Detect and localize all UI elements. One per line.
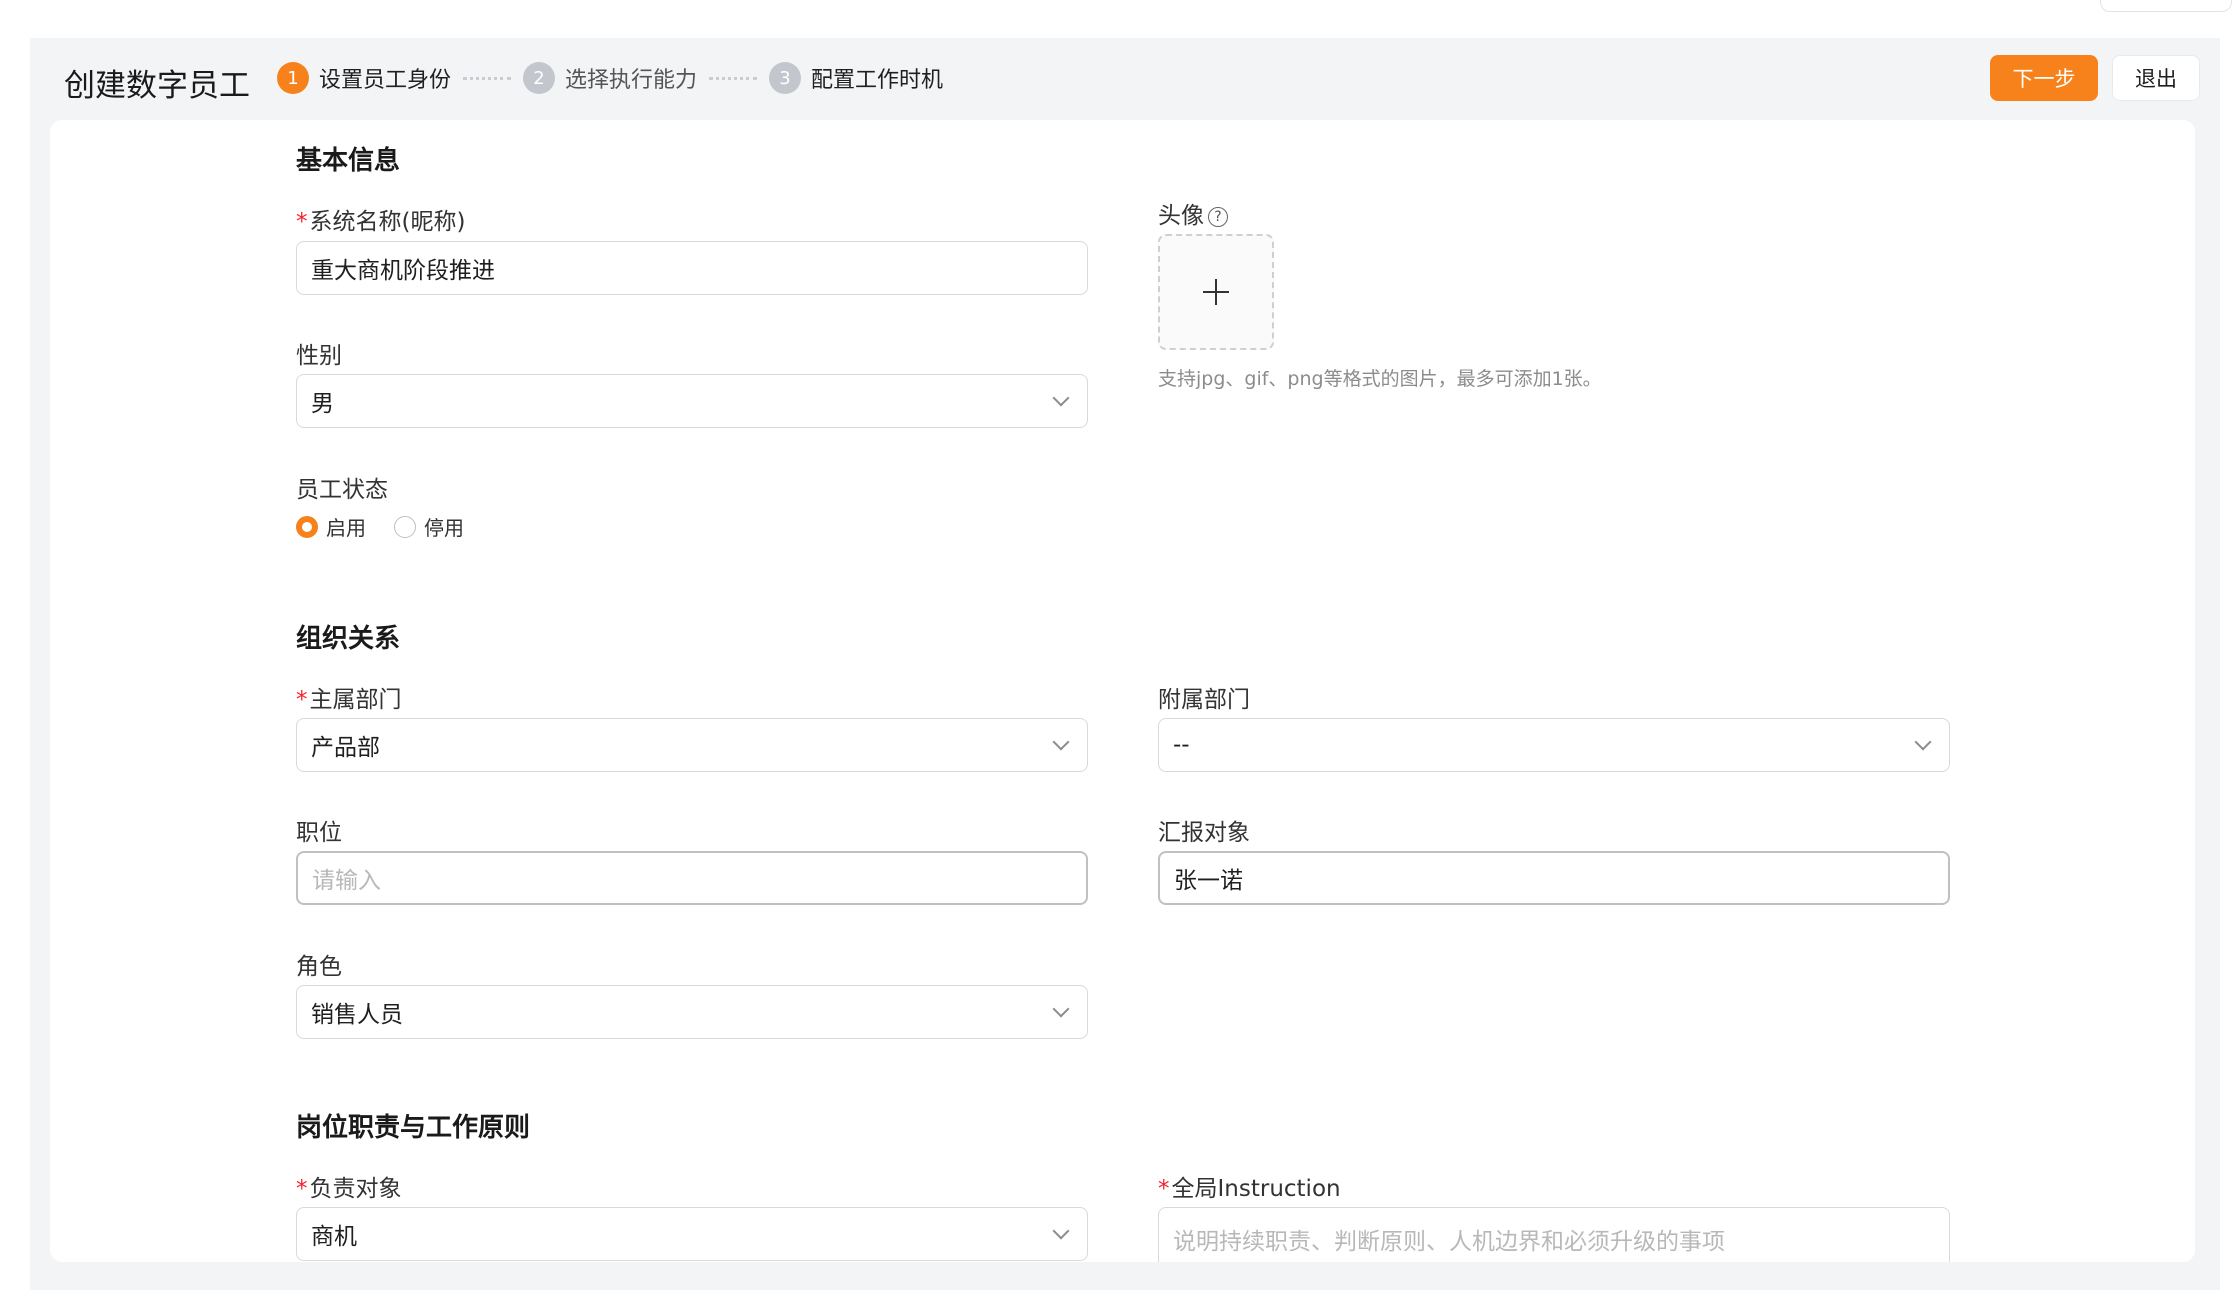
sub-dept-value: -- [1173, 732, 1190, 758]
step-connector [463, 76, 512, 80]
role-value: 销售人员 [311, 1002, 403, 1028]
main-dept-value: 产品部 [311, 735, 380, 761]
required-mark: * [296, 209, 308, 235]
section-title-duty: 岗位职责与工作原则 [296, 1113, 531, 1143]
step-1-number: 1 [277, 62, 309, 94]
target-label: *负责对象 [296, 1169, 402, 1203]
main-dept-select[interactable]: 产品部 [296, 718, 1088, 772]
exit-button[interactable]: 退出 [2112, 55, 2200, 101]
instruction-label-text: 全局Instruction [1171, 1176, 1341, 1202]
avatar-label-text: 头像 [1158, 203, 1204, 229]
status-option-disabled[interactable]: 停用 [394, 512, 464, 541]
step-2[interactable]: 2 选择执行能力 [523, 62, 697, 94]
role-label: 角色 [296, 954, 342, 980]
step-3-label: 配置工作时机 [811, 68, 944, 93]
window-corner [2100, 0, 2232, 12]
gender-select-value: 男 [311, 391, 334, 417]
avatar-label: 头像? [1158, 196, 1228, 230]
status-option-enabled[interactable]: 启用 [296, 512, 366, 541]
status-label: 员工状态 [296, 477, 388, 503]
avatar-upload-button[interactable] [1158, 234, 1274, 350]
sub-dept-select[interactable]: -- [1158, 718, 1950, 772]
page-title: 创建数字员工 [64, 68, 250, 104]
create-employee-panel: 创建数字员工 1 设置员工身份 2 选择执行能力 3 配置工作时机 下一步 退出… [30, 38, 2220, 1290]
status-option-label: 停用 [424, 516, 464, 540]
report-label: 汇报对象 [1158, 820, 1250, 846]
name-input[interactable]: 重大商机阶段推进 [296, 241, 1088, 295]
sub-dept-label: 附属部门 [1158, 687, 1250, 713]
position-input[interactable]: 请输入 [296, 851, 1088, 905]
chevron-down-icon [1052, 733, 1070, 751]
name-label: *系统名称(昵称) [296, 202, 465, 236]
target-select[interactable]: 商机 [296, 1207, 1088, 1261]
required-mark: * [296, 687, 308, 713]
chevron-down-icon [1052, 1222, 1070, 1240]
step-connector [709, 76, 758, 80]
stepper: 1 设置员工身份 2 选择执行能力 3 配置工作时机 [277, 60, 943, 96]
chevron-down-icon [1052, 1000, 1070, 1018]
instruction-textarea[interactable]: 说明持续职责、判断原则、人机边界和必须升级的事项 [1158, 1207, 1950, 1262]
avatar-hint: 支持jpg、gif、png等格式的图片，最多可添加1张。 [1158, 368, 1602, 390]
main-dept-label-text: 主属部门 [309, 687, 402, 713]
next-step-button[interactable]: 下一步 [1990, 55, 2098, 101]
role-select[interactable]: 销售人员 [296, 985, 1088, 1039]
instruction-placeholder: 说明持续职责、判断原则、人机边界和必须升级的事项 [1173, 1229, 1725, 1255]
main-dept-label: *主属部门 [296, 680, 402, 714]
step-2-label: 选择执行能力 [565, 68, 698, 93]
report-value: 张一诺 [1174, 868, 1243, 894]
step-2-number: 2 [523, 62, 556, 94]
status-radio-group: 启用 停用 [296, 512, 492, 541]
target-label-text: 负责对象 [309, 1176, 402, 1202]
section-title-org: 组织关系 [296, 624, 401, 654]
target-value: 商机 [311, 1224, 357, 1250]
gender-select[interactable]: 男 [296, 374, 1088, 428]
instruction-label: *全局Instruction [1158, 1169, 1341, 1203]
radio-unchecked-icon [394, 515, 416, 538]
plus-icon [1203, 279, 1229, 305]
name-label-text: 系统名称(昵称) [309, 209, 466, 235]
report-input[interactable]: 张一诺 [1158, 851, 1950, 905]
step-3-number: 3 [769, 62, 802, 94]
radio-checked-icon [296, 515, 318, 538]
position-placeholder: 请输入 [312, 868, 381, 894]
step-1[interactable]: 1 设置员工身份 [277, 62, 451, 94]
name-input-value: 重大商机阶段推进 [311, 258, 495, 284]
section-title-basic: 基本信息 [296, 146, 401, 176]
page-header: 创建数字员工 1 设置员工身份 2 选择执行能力 3 配置工作时机 下一步 退出 [30, 38, 2220, 120]
form-card: 基本信息 *系统名称(昵称) 重大商机阶段推进 性别 男 员工状态 启用 停用 … [50, 120, 2195, 1262]
step-3[interactable]: 3 配置工作时机 [769, 62, 943, 94]
required-mark: * [296, 1176, 308, 1202]
gender-label: 性别 [296, 343, 342, 369]
chevron-down-icon [1914, 733, 1932, 751]
question-circle-icon[interactable]: ? [1208, 207, 1228, 227]
position-label: 职位 [296, 820, 342, 846]
required-mark: * [1158, 1176, 1170, 1202]
chevron-down-icon [1052, 389, 1070, 407]
status-option-label: 启用 [326, 516, 366, 540]
step-1-label: 设置员工身份 [319, 68, 452, 93]
